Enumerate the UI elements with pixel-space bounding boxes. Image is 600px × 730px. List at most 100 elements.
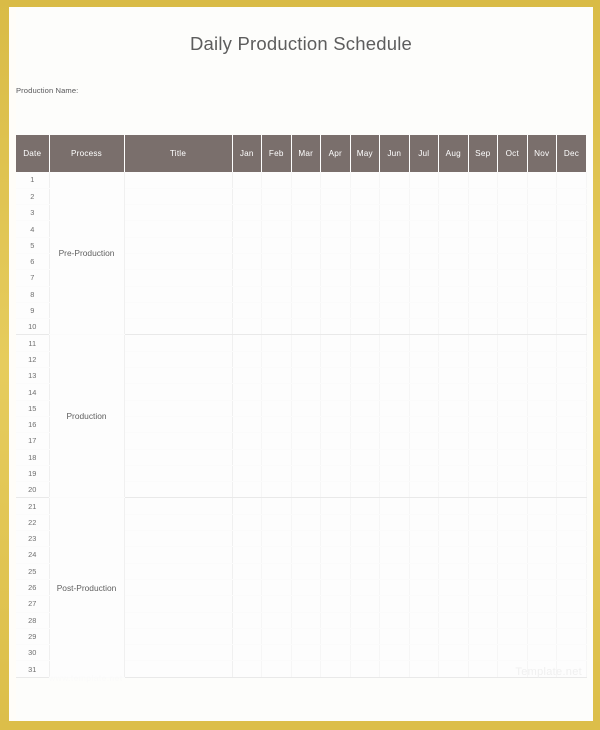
month-cell-apr[interactable] — [320, 612, 351, 629]
month-cell-feb[interactable] — [261, 367, 292, 385]
month-cell-mar[interactable] — [291, 220, 321, 238]
month-cell-apr[interactable] — [320, 269, 351, 287]
month-cell-mar[interactable] — [291, 367, 321, 385]
month-cell-apr[interactable] — [320, 449, 351, 466]
month-cell-mar[interactable] — [291, 318, 321, 336]
month-cell-dec[interactable] — [556, 318, 587, 336]
month-cell-nov[interactable] — [527, 286, 557, 303]
month-cell-jul[interactable] — [409, 432, 439, 450]
month-cell-jan[interactable] — [232, 628, 262, 646]
month-cell-apr[interactable] — [320, 546, 351, 564]
month-cell-aug[interactable] — [438, 318, 469, 336]
month-cell-aug[interactable] — [438, 644, 469, 662]
month-cell-may[interactable] — [350, 286, 380, 303]
month-cell-may[interactable] — [350, 481, 380, 499]
month-cell-jul[interactable] — [409, 644, 439, 662]
month-cell-apr[interactable] — [320, 383, 351, 401]
month-cell-aug[interactable] — [438, 612, 469, 629]
month-cell-jul[interactable] — [409, 628, 439, 646]
title-cell[interactable] — [124, 367, 233, 385]
month-cell-jul[interactable] — [409, 416, 439, 434]
month-cell-jun[interactable] — [379, 497, 410, 515]
title-cell[interactable] — [124, 644, 233, 662]
month-cell-jan[interactable] — [232, 546, 262, 564]
month-cell-nov[interactable] — [527, 220, 557, 238]
month-cell-feb[interactable] — [261, 465, 292, 483]
month-cell-feb[interactable] — [261, 204, 292, 222]
month-cell-feb[interactable] — [261, 269, 292, 287]
month-cell-oct[interactable] — [497, 644, 528, 662]
title-cell[interactable] — [124, 563, 233, 580]
month-cell-may[interactable] — [350, 416, 380, 434]
title-cell[interactable] — [124, 546, 233, 564]
month-cell-nov[interactable] — [527, 628, 557, 646]
month-cell-jun[interactable] — [379, 367, 410, 385]
month-cell-jun[interactable] — [379, 514, 410, 532]
month-cell-apr[interactable] — [320, 172, 351, 189]
month-cell-sep[interactable] — [468, 383, 498, 401]
month-cell-sep[interactable] — [468, 514, 498, 532]
month-cell-aug[interactable] — [438, 237, 469, 254]
month-cell-may[interactable] — [350, 530, 380, 548]
month-cell-jun[interactable] — [379, 204, 410, 222]
month-cell-mar[interactable] — [291, 546, 321, 564]
month-cell-dec[interactable] — [556, 334, 587, 352]
month-cell-apr[interactable] — [320, 432, 351, 450]
month-cell-jul[interactable] — [409, 383, 439, 401]
month-cell-sep[interactable] — [468, 481, 498, 499]
month-cell-feb[interactable] — [261, 400, 292, 417]
title-cell[interactable] — [124, 530, 233, 548]
month-cell-jun[interactable] — [379, 612, 410, 629]
month-cell-feb[interactable] — [261, 318, 292, 336]
month-cell-may[interactable] — [350, 318, 380, 336]
month-cell-jun[interactable] — [379, 351, 410, 369]
month-cell-aug[interactable] — [438, 188, 469, 206]
month-cell-sep[interactable] — [468, 269, 498, 287]
title-cell[interactable] — [124, 612, 233, 629]
table-row[interactable]: 1 Pre-Production — [16, 172, 587, 336]
column-header-dec[interactable]: Dec — [556, 135, 586, 172]
month-cell-oct[interactable] — [497, 318, 528, 336]
month-cell-apr[interactable] — [320, 188, 351, 206]
month-cell-nov[interactable] — [527, 302, 557, 320]
month-cell-sep[interactable] — [468, 237, 498, 254]
month-cell-aug[interactable] — [438, 432, 469, 450]
month-cell-aug[interactable] — [438, 367, 469, 385]
title-cell[interactable] — [124, 334, 233, 352]
month-cell-sep[interactable] — [468, 628, 498, 646]
month-cell-jul[interactable] — [409, 514, 439, 532]
column-header-may[interactable]: May — [349, 135, 380, 172]
month-cell-may[interactable] — [350, 188, 380, 206]
month-cell-may[interactable] — [350, 204, 380, 222]
month-cell-may[interactable] — [350, 514, 380, 532]
month-cell-feb[interactable] — [261, 644, 292, 662]
month-cell-jan[interactable] — [232, 416, 262, 434]
month-cell-mar[interactable] — [291, 481, 321, 499]
month-cell-apr[interactable] — [320, 367, 351, 385]
month-cell-mar[interactable] — [291, 514, 321, 532]
month-cell-sep[interactable] — [468, 432, 498, 450]
month-cell-oct[interactable] — [497, 530, 528, 548]
month-cell-dec[interactable] — [556, 237, 587, 254]
month-cell-mar[interactable] — [291, 172, 321, 189]
month-cell-nov[interactable] — [527, 449, 557, 466]
month-cell-jun[interactable] — [379, 546, 410, 564]
month-cell-jan[interactable] — [232, 383, 262, 401]
month-cell-aug[interactable] — [438, 351, 469, 369]
column-header-nov[interactable]: Nov — [526, 135, 557, 172]
month-cell-dec[interactable] — [556, 416, 587, 434]
month-cell-jun[interactable] — [379, 530, 410, 548]
column-header-jul[interactable]: Jul — [408, 135, 439, 172]
month-cell-jun[interactable] — [379, 302, 410, 320]
month-cell-feb[interactable] — [261, 497, 292, 515]
month-cell-nov[interactable] — [527, 546, 557, 564]
title-cell[interactable] — [124, 660, 233, 678]
month-cell-nov[interactable] — [527, 172, 557, 189]
month-cell-sep[interactable] — [468, 465, 498, 483]
month-cell-may[interactable] — [350, 546, 380, 564]
month-cell-nov[interactable] — [527, 204, 557, 222]
month-cell-nov[interactable] — [527, 563, 557, 580]
month-cell-nov[interactable] — [527, 188, 557, 206]
month-cell-nov[interactable] — [527, 237, 557, 254]
month-cell-feb[interactable] — [261, 253, 292, 271]
